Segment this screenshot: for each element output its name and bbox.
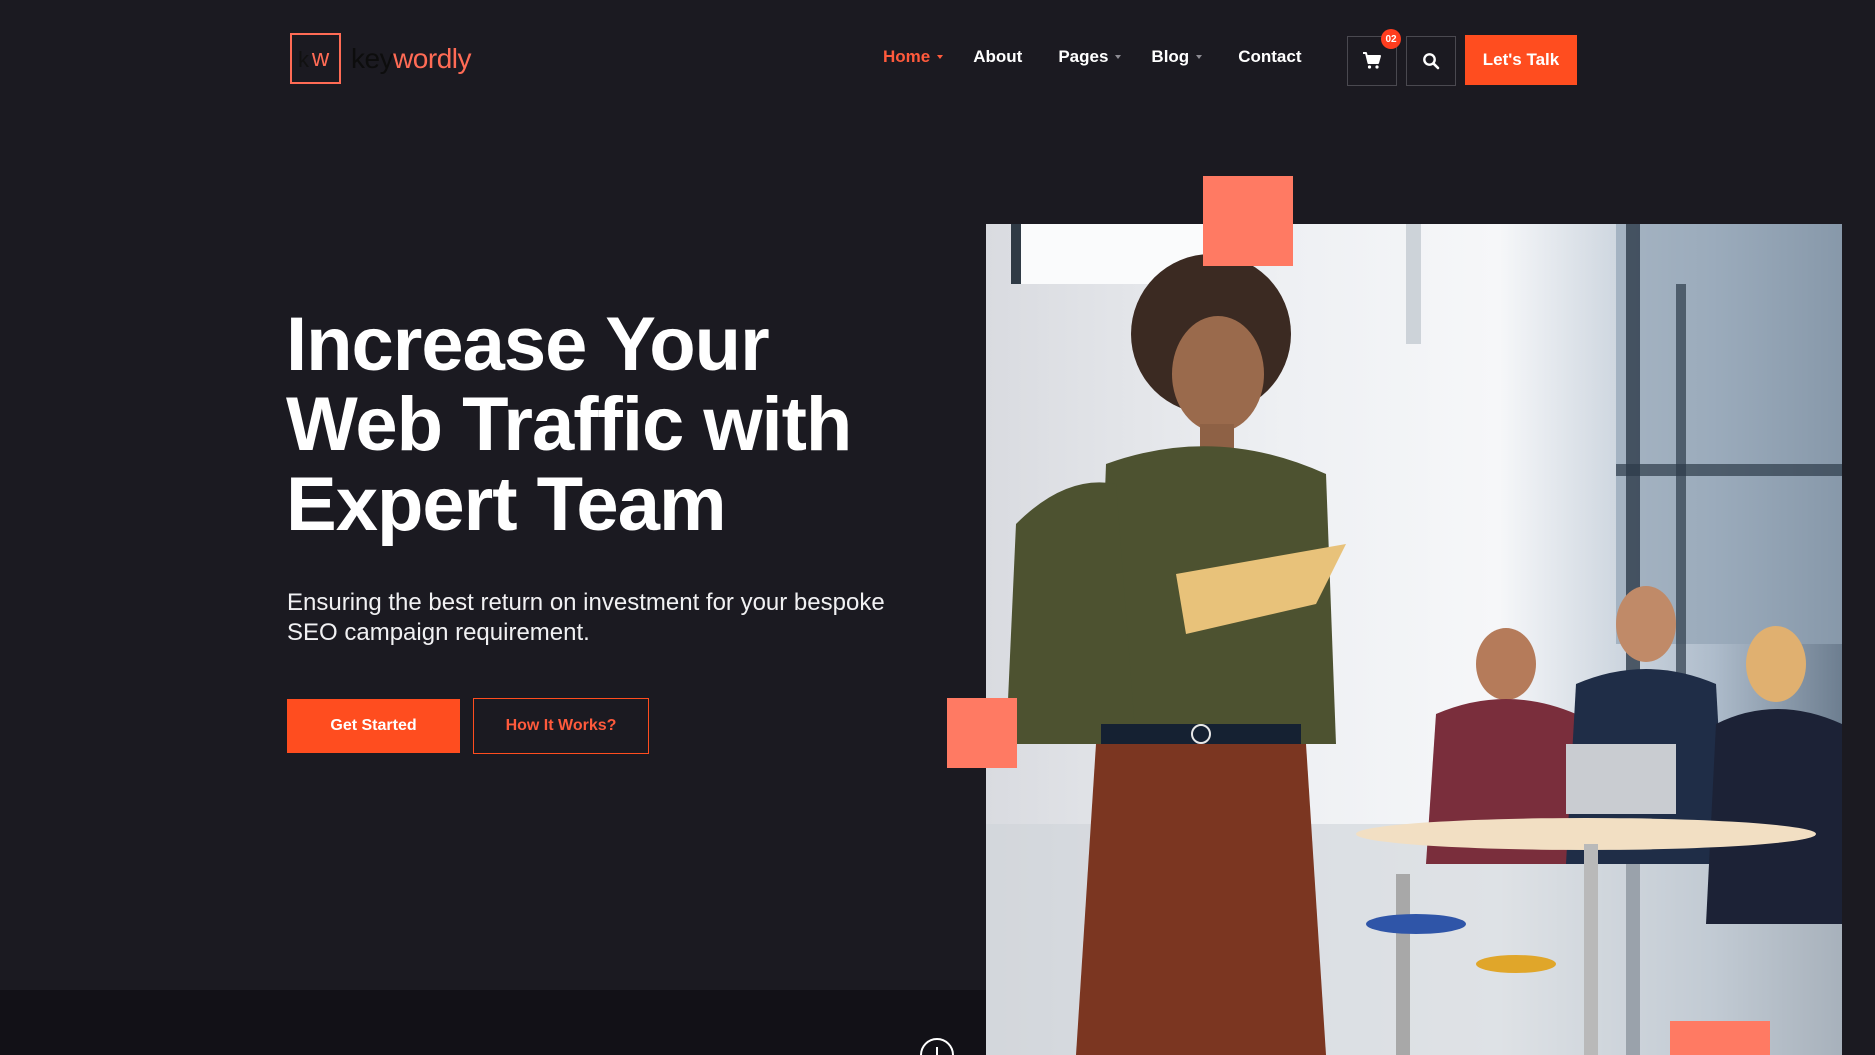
search-button[interactable] bbox=[1406, 36, 1456, 86]
nav-item-label: Blog bbox=[1151, 47, 1190, 66]
chevron-down-icon bbox=[1196, 55, 1203, 59]
chevron-down-icon bbox=[1115, 55, 1122, 59]
cart-icon bbox=[1363, 52, 1381, 69]
hero-subtitle-line: SEO campaign requirement. bbox=[287, 619, 590, 646]
nav-item-pages[interactable]: Pages bbox=[1058, 47, 1122, 67]
logo-mark-w: w bbox=[311, 44, 330, 72]
nav-item-label: About bbox=[973, 47, 1023, 66]
logo-text-wordly: wordly bbox=[393, 42, 471, 74]
site-logo[interactable]: k w keywordly bbox=[290, 33, 471, 84]
hero-subtitle: Ensuring the best return on investment f… bbox=[287, 588, 947, 648]
cart-count-badge: 02 bbox=[1381, 29, 1401, 49]
lets-talk-button[interactable]: Let's Talk bbox=[1465, 35, 1577, 85]
logo-text-key: key bbox=[351, 42, 394, 74]
search-icon bbox=[1423, 53, 1440, 70]
hero-photo-illustration bbox=[986, 224, 1842, 1055]
nav-item-about[interactable]: About bbox=[973, 47, 1022, 67]
logo-wordmark: keywordly bbox=[351, 43, 471, 75]
nav-item-home[interactable]: Home bbox=[883, 47, 944, 67]
get-started-button[interactable]: Get Started bbox=[287, 699, 460, 753]
hero-image bbox=[986, 224, 1842, 1055]
nav-item-label: Pages bbox=[1058, 47, 1109, 66]
nav-item-label: Contact bbox=[1238, 47, 1302, 66]
nav-item-label: Home bbox=[883, 47, 931, 66]
logo-mark-k: k bbox=[298, 47, 309, 72]
how-it-works-button[interactable]: How It Works? bbox=[473, 698, 649, 754]
chevron-down-icon bbox=[937, 55, 944, 59]
hero-subtitle-line: Ensuring the best return on investment f… bbox=[287, 589, 885, 616]
nav-item-contact[interactable]: Contact bbox=[1238, 47, 1301, 67]
nav-item-blog[interactable]: Blog bbox=[1151, 47, 1203, 67]
cart-button[interactable]: 02 bbox=[1347, 29, 1401, 86]
decorative-square bbox=[1203, 176, 1293, 266]
hero-title-line: Web Traffic with bbox=[286, 382, 852, 467]
main-nav: Home About Pages Blog Contact bbox=[883, 47, 1301, 67]
hero-title-line: Expert Team bbox=[286, 462, 727, 547]
hero-title-line: Increase Your bbox=[286, 302, 770, 387]
hero-title: Increase Your Web Traffic with Expert Te… bbox=[286, 305, 936, 545]
page: k w keywordly Home About Pages Blog Cont… bbox=[0, 0, 1875, 1055]
decorative-square bbox=[947, 698, 1017, 768]
logo-mark: k w bbox=[290, 33, 341, 84]
decorative-square bbox=[1670, 1021, 1770, 1055]
bottom-band bbox=[0, 990, 987, 1055]
